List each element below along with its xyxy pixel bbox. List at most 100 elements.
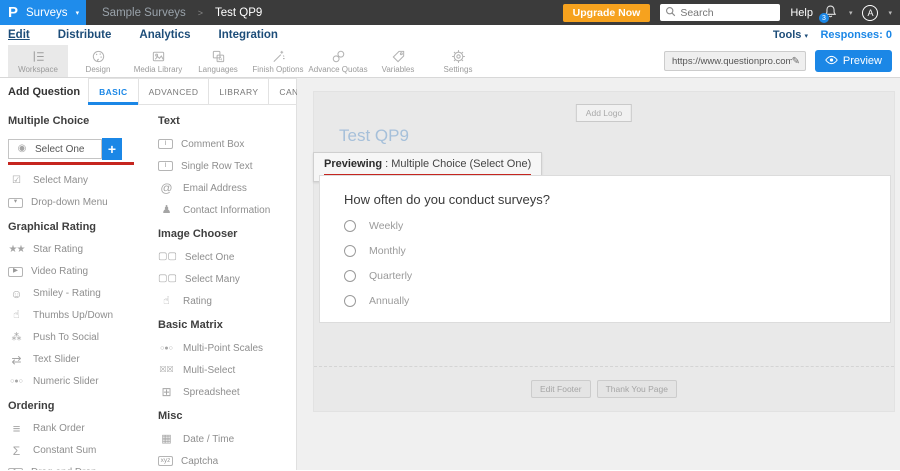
workspace-icon xyxy=(31,49,46,64)
question-types-column-1: Multiple Choice ◉ Select One + ☑ Select … xyxy=(8,113,150,470)
survey-url-input[interactable] xyxy=(672,56,792,67)
select-one-highlight-underline xyxy=(8,162,134,165)
sigma-icon: Σ xyxy=(8,445,25,457)
question-type-email-address[interactable]: @ Email Address xyxy=(158,182,296,194)
edit-footer-button[interactable]: Edit Footer xyxy=(531,380,591,398)
dropdown-icon: ▾ xyxy=(8,198,23,208)
question-type-video-rating[interactable]: ▶ Video Rating xyxy=(8,266,150,278)
question-type-numeric-slider[interactable]: ○●○ Numeric Slider xyxy=(8,376,150,388)
multi-point-icon: ○●○ xyxy=(158,345,175,352)
breadcrumb-parent[interactable]: Sample Surveys xyxy=(102,7,186,19)
nav-item-distribute[interactable]: Distribute xyxy=(58,29,112,41)
magic-wand-icon xyxy=(271,49,286,64)
section-header-multiple-choice: Multiple Choice xyxy=(8,115,150,127)
image-icon xyxy=(151,49,166,64)
toolbar-item-languages[interactable]: A Languages xyxy=(188,45,248,77)
question-type-constant-sum[interactable]: Σ Constant Sum xyxy=(8,445,150,457)
question-type-smiley-rating[interactable]: ☺ Smiley - Rating xyxy=(8,288,150,300)
section-header-misc: Misc xyxy=(158,410,296,422)
toolbar-item-advance-quotas[interactable]: Advance Quotas xyxy=(308,45,368,77)
add-select-one-button[interactable]: + xyxy=(102,138,122,160)
question-type-select-many[interactable]: ☑ Select Many xyxy=(8,175,150,187)
radio-button-icon[interactable] xyxy=(344,220,356,232)
question-type-spreadsheet[interactable]: ⊞ Spreadsheet xyxy=(158,386,296,398)
thank-you-page-button[interactable]: Thank You Page xyxy=(597,380,677,398)
grid-icon: ⊞ xyxy=(158,386,175,398)
image-pair-icon: ▢▢ xyxy=(158,252,177,262)
question-type-date-time[interactable]: ▦ Date / Time xyxy=(158,433,296,445)
question-type-thumbs-up-down[interactable]: ☝ Thumbs Up/Down xyxy=(8,310,150,322)
question-type-select-one[interactable]: ◉ Select One xyxy=(8,139,102,159)
toolbar-item-media-library[interactable]: Media Library xyxy=(128,45,188,77)
multi-select-icon: ☒☒ xyxy=(158,366,175,374)
toolbar-item-design[interactable]: Design xyxy=(68,45,128,77)
survey-editor-stage: Add Logo Test QP9 Previewing : Multiple … xyxy=(297,78,900,470)
tools-dropdown[interactable]: Tools ▾ xyxy=(773,29,808,41)
previewing-value: : Multiple Choice (Select One) xyxy=(382,158,531,170)
question-type-image-select-many[interactable]: ▢▢ Select Many xyxy=(158,273,296,285)
question-type-multi-select[interactable]: ☒☒ Multi-Select xyxy=(158,364,296,376)
add-question-title: Add Question xyxy=(0,78,89,105)
toolbar-item-finish-options[interactable]: Finish Options xyxy=(248,45,308,77)
surveys-product-menu[interactable]: P Surveys ▾ xyxy=(0,0,86,25)
question-type-comment-box[interactable]: I Comment Box xyxy=(158,138,296,150)
question-type-star-rating[interactable]: ★★ Star Rating xyxy=(8,244,150,256)
nav-item-edit[interactable]: Edit xyxy=(8,29,30,41)
question-type-captcha[interactable]: xyz Captcha xyxy=(158,455,296,467)
radio-button-icon[interactable] xyxy=(344,295,356,307)
radio-stack-icon: ◉ xyxy=(17,144,27,154)
gear-icon xyxy=(451,49,466,64)
radio-button-icon[interactable] xyxy=(344,270,356,282)
question-type-image-rating[interactable]: ☝ Rating xyxy=(158,295,296,307)
palette-icon xyxy=(91,49,106,64)
global-search[interactable] xyxy=(660,4,780,21)
survey-url-field: ✎ xyxy=(664,51,806,71)
question-type-single-row-text[interactable]: I Single Row Text xyxy=(158,160,296,172)
question-type-image-select-one[interactable]: ▢▢ Select One xyxy=(158,251,296,263)
toolbar-item-variables[interactable]: Variables xyxy=(368,45,428,77)
radio-button-icon[interactable] xyxy=(344,245,356,257)
tab-advanced[interactable]: ADVANCED xyxy=(138,78,210,105)
question-type-push-to-social[interactable]: ⁂ Push To Social xyxy=(8,332,150,344)
links-icon xyxy=(331,49,346,64)
toolbar-item-settings[interactable]: Settings xyxy=(428,45,488,77)
preview-button[interactable]: Preview xyxy=(815,50,892,72)
question-type-multi-point-scales[interactable]: ○●○ Multi-Point Scales xyxy=(158,342,296,354)
avatar[interactable]: A xyxy=(862,5,878,21)
single-row-text-icon: I xyxy=(158,161,173,171)
survey-title[interactable]: Test QP9 xyxy=(339,126,409,146)
notifications-button[interactable]: 3 xyxy=(823,4,839,21)
tab-library[interactable]: LIBRARY xyxy=(208,78,269,105)
responses-count[interactable]: Responses: 0 xyxy=(820,29,892,41)
question-type-drag-and-drop[interactable]: ↖ Drag and Drop xyxy=(8,467,150,471)
option-quarterly[interactable]: Quarterly xyxy=(344,270,890,282)
option-weekly[interactable]: Weekly xyxy=(344,220,890,232)
question-type-contact-information[interactable]: ♟ Contact Information xyxy=(158,204,296,216)
drag-cursor-icon: ↖ xyxy=(8,468,23,471)
add-logo-button[interactable]: Add Logo xyxy=(576,104,632,122)
smiley-icon: ☺ xyxy=(8,288,25,300)
account-caret-icon: ▾ xyxy=(888,9,892,17)
option-annually[interactable]: Annually xyxy=(344,295,890,307)
notifications-caret-icon: ▾ xyxy=(849,9,853,17)
question-type-rank-order[interactable]: ≡ Rank Order xyxy=(8,423,150,435)
tag-icon xyxy=(391,49,406,64)
top-bar: P Surveys ▾ Sample Surveys > Test QP9 Up… xyxy=(0,0,900,25)
section-header-image-chooser: Image Chooser xyxy=(158,228,296,240)
option-monthly[interactable]: Monthly xyxy=(344,245,890,257)
help-link[interactable]: Help xyxy=(790,7,813,19)
edit-url-pencil-icon[interactable]: ✎ xyxy=(792,56,800,67)
nav-item-integration[interactable]: Integration xyxy=(219,29,278,41)
footer-buttons: Edit Footer Thank You Page xyxy=(314,380,894,398)
tab-basic[interactable]: BASIC xyxy=(88,78,138,105)
toolbar-item-workspace[interactable]: Workspace xyxy=(8,45,68,77)
search-input[interactable] xyxy=(680,7,775,19)
question-preview-card: How often do you conduct surveys? Weekly… xyxy=(319,175,891,323)
section-header-basic-matrix: Basic Matrix xyxy=(158,319,296,331)
nav-item-analytics[interactable]: Analytics xyxy=(139,29,190,41)
upgrade-now-button[interactable]: Upgrade Now xyxy=(563,4,651,22)
question-type-text-slider[interactable]: ⇄ Text Slider xyxy=(8,354,150,366)
search-icon xyxy=(665,4,676,22)
question-type-dropdown-menu[interactable]: ▾ Drop-down Menu xyxy=(8,197,150,209)
previewing-label: Previewing xyxy=(324,158,382,170)
